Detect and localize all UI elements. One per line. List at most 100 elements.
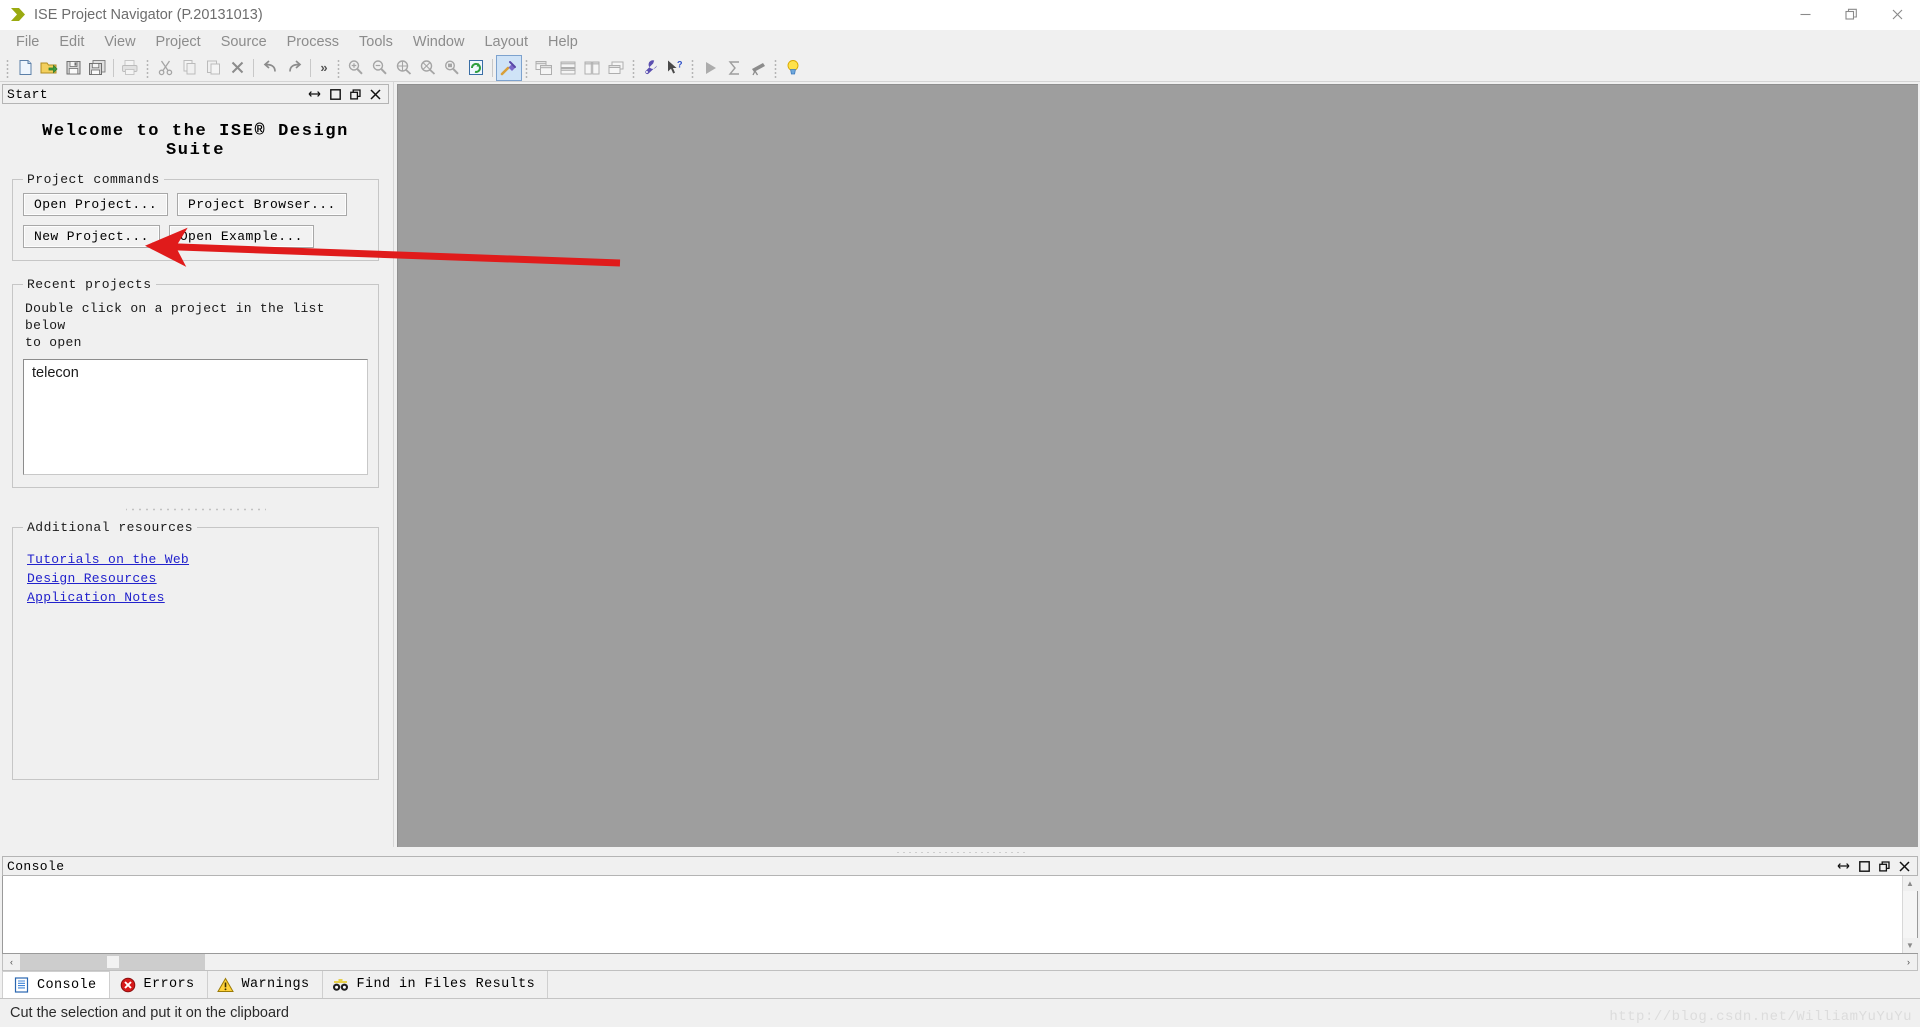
window-title: ISE Project Navigator (P.20131013) xyxy=(34,6,263,23)
project-commands-group: Project commands Open Project... Project… xyxy=(12,172,379,261)
hscroll-thumb[interactable] xyxy=(20,954,205,970)
toolbar-grip[interactable] xyxy=(689,57,696,78)
scroll-left-button[interactable]: ‹ xyxy=(3,954,20,970)
cascade-windows-icon xyxy=(532,56,556,80)
toolbar-grip[interactable] xyxy=(523,57,530,78)
scroll-up-button[interactable]: ▲ xyxy=(1902,876,1918,891)
list-item[interactable]: telecon xyxy=(30,364,361,382)
hscroll-track[interactable] xyxy=(20,954,1900,970)
run-icon xyxy=(698,56,722,80)
tab-errors[interactable]: Errors xyxy=(109,971,208,998)
toolbar-grip[interactable] xyxy=(630,57,637,78)
open-folder-icon[interactable] xyxy=(37,56,61,80)
zoom-select-icon xyxy=(440,56,464,80)
toolbar-grip[interactable] xyxy=(4,57,11,78)
save-icon[interactable] xyxy=(61,56,85,80)
workspace-area: Start Welcome to the ISE® Design Suite P… xyxy=(0,82,1920,999)
menu-project[interactable]: Project xyxy=(146,32,211,52)
tutorials-on-the-web-link[interactable]: Tutorials on the Web xyxy=(27,551,189,570)
toolbar-grip[interactable] xyxy=(335,57,342,78)
status-bar: Cut the selection and put it on the clip… xyxy=(0,999,1920,1027)
bottom-tab-bar: Console Errors Warnings Find in Files Re… xyxy=(0,971,1920,999)
tile-horizontally-icon xyxy=(556,56,580,80)
menu-edit[interactable]: Edit xyxy=(49,32,94,52)
tile-vertically-icon xyxy=(580,56,604,80)
save-all-icon[interactable] xyxy=(85,56,109,80)
close-x-icon[interactable] xyxy=(370,88,381,100)
welcome-heading: Welcome to the ISE® Design Suite xyxy=(42,122,349,160)
delete-icon xyxy=(225,56,249,80)
recent-projects-legend: Recent projects xyxy=(27,277,152,292)
wrench-icon[interactable] xyxy=(639,56,663,80)
application-notes-link[interactable]: Application Notes xyxy=(27,589,165,608)
main-toolbar: » ? xyxy=(0,54,1920,82)
menu-process[interactable]: Process xyxy=(277,32,349,52)
design-goals-icon[interactable] xyxy=(496,54,522,81)
menu-help[interactable]: Help xyxy=(538,32,588,52)
ise-arrow-icon xyxy=(8,5,28,25)
menu-source[interactable]: Source xyxy=(211,32,277,52)
vertical-splitter[interactable] xyxy=(391,82,397,847)
horizontal-splitter[interactable] xyxy=(0,847,1920,856)
design-resources-link[interactable]: Design Resources xyxy=(27,570,157,589)
maximize-square-icon[interactable] xyxy=(330,88,341,100)
zoom-fit-icon xyxy=(392,56,416,80)
menu-file[interactable]: File xyxy=(6,32,49,52)
toolbar-grip[interactable] xyxy=(772,57,779,78)
console-document-icon xyxy=(12,977,30,993)
new-file-icon[interactable] xyxy=(13,56,37,80)
lightbulb-icon[interactable] xyxy=(781,56,805,80)
console-panel-header: Console xyxy=(2,856,1918,876)
new-project-button[interactable]: New Project... xyxy=(23,225,160,248)
restore-button[interactable] xyxy=(1828,0,1874,30)
console-horizontal-scrollbar[interactable]: ‹ › xyxy=(2,954,1918,971)
console-output-area[interactable]: ▲ ▼ xyxy=(2,876,1918,954)
telescope-icon xyxy=(746,56,770,80)
open-project-button[interactable]: Open Project... xyxy=(23,193,169,216)
recent-projects-group: Recent projects Double click on a projec… xyxy=(12,277,379,489)
open-example-button[interactable]: Open Example... xyxy=(168,225,314,248)
tab-console-label: Console xyxy=(37,977,97,993)
float-arrows-icon[interactable] xyxy=(1837,861,1850,871)
float-arrows-icon[interactable] xyxy=(308,89,321,99)
project-commands-row-2: New Project... Open Example... xyxy=(23,225,368,248)
zoom-area-icon xyxy=(416,56,440,80)
toolbar-separator xyxy=(113,58,114,77)
tab-console[interactable]: Console xyxy=(2,971,110,998)
tab-warnings-label: Warnings xyxy=(241,977,310,992)
project-browser-button[interactable]: Project Browser... xyxy=(177,193,347,216)
tab-find-in-files-results[interactable]: Find in Files Results xyxy=(322,971,549,998)
maximize-square-icon[interactable] xyxy=(1859,860,1870,872)
restore-panel-icon[interactable] xyxy=(1879,860,1890,872)
console-vertical-scrollbar[interactable]: ▲ ▼ xyxy=(1902,876,1918,953)
scroll-right-button[interactable]: › xyxy=(1900,954,1917,970)
cut-icon xyxy=(153,56,177,80)
refresh-icon[interactable] xyxy=(464,56,488,80)
design-workspace[interactable] xyxy=(397,84,1918,847)
close-button[interactable] xyxy=(1874,0,1920,30)
panel-splitter-handle[interactable] xyxy=(125,504,266,515)
menu-layout[interactable]: Layout xyxy=(474,32,538,52)
toolbar-grip[interactable] xyxy=(144,57,151,78)
console-text xyxy=(3,876,1902,953)
menu-view[interactable]: View xyxy=(94,32,145,52)
copy-icon xyxy=(177,56,201,80)
warning-triangle-icon xyxy=(217,976,235,993)
undo-icon xyxy=(258,56,282,80)
menu-tools[interactable]: Tools xyxy=(349,32,403,52)
ise-project-navigator-window: ISE Project Navigator (P.20131013) File … xyxy=(0,0,1920,1027)
recent-projects-list[interactable]: telecon xyxy=(23,359,368,476)
menu-bar: File Edit View Project Source Process To… xyxy=(0,30,1920,54)
context-help-icon[interactable]: ? xyxy=(663,56,687,80)
scroll-down-button[interactable]: ▼ xyxy=(1902,938,1918,953)
toolbar-overflow-button[interactable]: » xyxy=(315,56,333,80)
start-panel-header: Start xyxy=(2,84,389,104)
recent-projects-help: Double click on a project in the list be… xyxy=(25,300,368,351)
menu-window[interactable]: Window xyxy=(403,32,475,52)
tab-warnings[interactable]: Warnings xyxy=(207,971,323,998)
close-x-icon[interactable] xyxy=(1899,860,1910,872)
error-circle-icon xyxy=(119,977,137,993)
restore-panel-icon[interactable] xyxy=(350,88,361,100)
binoculars-icon xyxy=(332,977,350,993)
minimize-button[interactable] xyxy=(1782,0,1828,30)
